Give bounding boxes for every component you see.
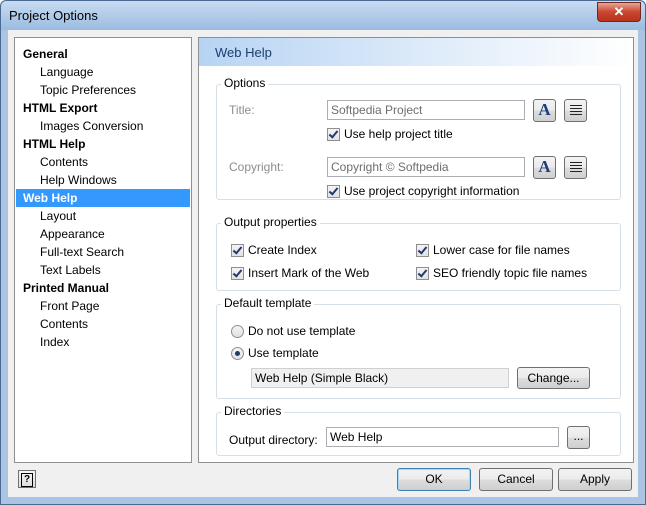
output-properties-label: Output properties xyxy=(221,215,320,229)
use-template-label: Use template xyxy=(248,346,319,360)
use-title-checkbox[interactable]: Use help project title xyxy=(327,127,453,141)
checkbox-checked-icon[interactable] xyxy=(231,243,244,257)
nav-item-front-page[interactable]: Front Page xyxy=(16,297,190,315)
options-group: Options Title: Softpedia Project A Use h… xyxy=(216,76,621,200)
nav-item-topic-preferences[interactable]: Topic Preferences xyxy=(16,81,190,99)
cancel-button[interactable]: Cancel xyxy=(479,468,553,491)
use-copyright-label: Use project copyright information xyxy=(344,184,520,198)
template-name-field: Web Help (Simple Black) xyxy=(251,368,509,388)
nav-item-full-text-search[interactable]: Full-text Search xyxy=(16,243,190,261)
default-template-label: Default template xyxy=(221,296,315,310)
title-font-button[interactable]: A xyxy=(533,99,556,122)
browse-directory-button[interactable]: ... xyxy=(567,426,590,449)
dialog-body: General Language Topic Preferences HTML … xyxy=(8,30,638,497)
nav-item-help-windows[interactable]: Help Windows xyxy=(16,171,190,189)
output-properties-group: Output properties Create Index Lower cas… xyxy=(216,215,621,291)
nav-item-printed-contents[interactable]: Contents xyxy=(16,315,190,333)
seo-friendly-checkbox[interactable]: SEO friendly topic file names xyxy=(416,266,587,280)
nav-item-text-labels[interactable]: Text Labels xyxy=(16,261,190,279)
default-template-group: Default template Do not use template Use… xyxy=(216,296,621,399)
title-input[interactable]: Softpedia Project xyxy=(327,100,525,120)
directories-label: Directories xyxy=(221,404,285,418)
directories-group: Directories Output directory: Web Help .… xyxy=(216,404,621,456)
use-copyright-checkbox[interactable]: Use project copyright information xyxy=(327,184,519,198)
insert-mark-label: Insert Mark of the Web xyxy=(248,266,370,280)
seo-friendly-label: SEO friendly topic file names xyxy=(433,266,588,280)
copyright-font-button[interactable]: A xyxy=(533,156,556,179)
nav-item-html-help-contents[interactable]: Contents xyxy=(16,153,190,171)
lower-case-checkbox[interactable]: Lower case for file names xyxy=(416,243,570,257)
font-icon: A xyxy=(538,100,551,119)
checkbox-checked-icon[interactable] xyxy=(416,266,429,280)
nav-item-html-export[interactable]: HTML Export xyxy=(16,99,190,117)
radio-unselected-icon[interactable] xyxy=(231,324,244,338)
create-index-label: Create Index xyxy=(248,243,317,257)
create-index-checkbox[interactable]: Create Index xyxy=(231,243,317,257)
no-template-label: Do not use template xyxy=(248,324,356,338)
checkbox-checked-icon[interactable] xyxy=(231,266,244,280)
nav-item-language[interactable]: Language xyxy=(16,63,190,81)
nav-item-html-help[interactable]: HTML Help xyxy=(16,135,190,153)
apply-button[interactable]: Apply xyxy=(558,468,632,491)
ok-button[interactable]: OK xyxy=(397,468,471,491)
no-template-radio[interactable]: Do not use template xyxy=(231,324,355,338)
change-template-button[interactable]: Change... xyxy=(517,367,590,389)
help-icon: ? xyxy=(21,473,33,487)
nav-item-general[interactable]: General xyxy=(16,45,190,63)
window-title: Project Options xyxy=(9,8,98,23)
nav-item-index[interactable]: Index xyxy=(16,333,190,351)
copyright-input[interactable]: Copyright © Softpedia xyxy=(327,157,525,177)
panel-header: Web Help xyxy=(199,38,633,66)
nav-item-web-help[interactable]: Web Help xyxy=(16,189,190,207)
title-label: Title: xyxy=(229,103,255,117)
checkbox-checked-icon[interactable] xyxy=(327,184,340,198)
use-title-label: Use help project title xyxy=(344,127,453,141)
copyright-label: Copyright: xyxy=(229,160,284,174)
project-options-window: Project Options ✕ General Language Topic… xyxy=(0,0,646,505)
copyright-align-button[interactable] xyxy=(564,156,587,179)
web-help-panel: Web Help Options Title: Softpedia Projec… xyxy=(198,37,634,463)
align-justify-icon xyxy=(570,105,582,116)
output-directory-input[interactable]: Web Help xyxy=(326,427,559,447)
panel-title: Web Help xyxy=(215,45,272,60)
options-group-label: Options xyxy=(221,76,269,90)
font-icon: A xyxy=(538,157,551,176)
options-nav-list: General Language Topic Preferences HTML … xyxy=(14,37,192,463)
radio-selected-icon[interactable] xyxy=(231,346,244,360)
nav-item-layout[interactable]: Layout xyxy=(16,207,190,225)
insert-mark-checkbox[interactable]: Insert Mark of the Web xyxy=(231,266,369,280)
checkbox-checked-icon[interactable] xyxy=(327,127,340,141)
nav-item-printed-manual[interactable]: Printed Manual xyxy=(16,279,190,297)
close-button[interactable]: ✕ xyxy=(597,2,641,22)
use-template-radio[interactable]: Use template xyxy=(231,346,319,360)
lower-case-label: Lower case for file names xyxy=(433,243,570,257)
nav-item-appearance[interactable]: Appearance xyxy=(16,225,190,243)
title-bar[interactable]: Project Options ✕ xyxy=(1,1,645,30)
align-justify-icon xyxy=(570,162,582,173)
help-button[interactable]: ? xyxy=(18,470,36,488)
title-align-button[interactable] xyxy=(564,99,587,122)
output-directory-label: Output directory: xyxy=(229,433,318,447)
checkbox-checked-icon[interactable] xyxy=(416,243,429,257)
nav-item-images-conversion[interactable]: Images Conversion xyxy=(16,117,190,135)
